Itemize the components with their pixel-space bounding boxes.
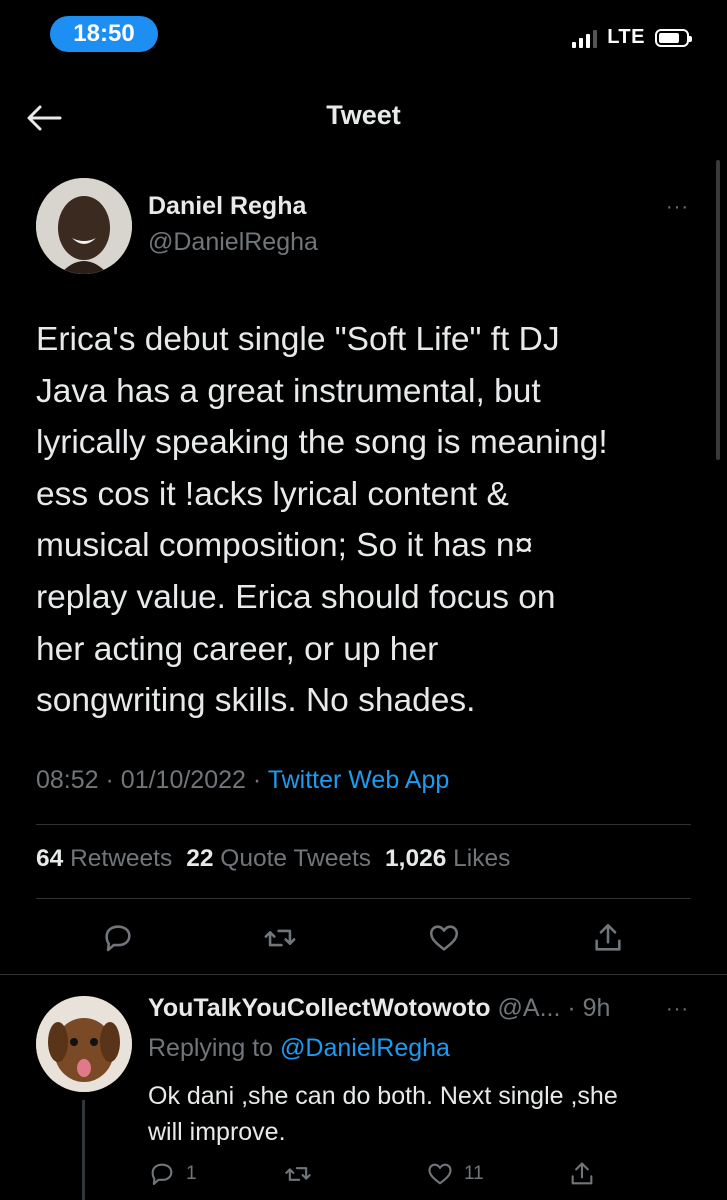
replying-prefix: Replying to [148, 1034, 274, 1062]
reply-more-options-icon[interactable]: ··· [666, 998, 689, 1021]
tweet-source-link[interactable]: Twitter Web App [268, 766, 450, 794]
like-count: 11 [464, 1163, 484, 1184]
tweet-line: musical composition; So it has n¤ [36, 527, 534, 565]
retweet-icon [285, 1167, 311, 1181]
reply-retweet-button[interactable] [284, 1160, 312, 1188]
tweet-time: 08:52 [36, 766, 99, 794]
signal-icon [572, 28, 598, 48]
tweet-line: her acting career, or up her [36, 630, 439, 668]
replying-mention-link[interactable]: @DanielRegha [280, 1034, 450, 1062]
reply-author-handle[interactable]: @A... [498, 994, 561, 1022]
retweets-stat[interactable]: 64 Retweets [36, 845, 172, 873]
divider [0, 974, 727, 975]
like-button[interactable] [422, 916, 466, 960]
reply-actions: 1 11 [148, 1160, 708, 1196]
tweet-date: 01/10/2022 [120, 766, 246, 794]
reply-icon [105, 925, 131, 952]
retweets-label: Retweets [70, 845, 173, 872]
author-name[interactable]: Daniel Regha [148, 192, 306, 221]
reply-share-button[interactable] [568, 1160, 596, 1188]
tweet-actions [0, 916, 727, 960]
tweet-meta: 08:52 · 01/10/2022 · Twitter Web App [36, 766, 449, 795]
reply-count: 1 [186, 1163, 197, 1184]
likes-count: 1,026 [385, 845, 447, 872]
tweet-line: replay value. Erica should focus on [36, 578, 556, 616]
likes-label: Likes [453, 845, 511, 872]
page-title: Tweet [326, 100, 401, 130]
avatar-photo [36, 996, 132, 1092]
divider [36, 824, 691, 825]
retweets-count: 64 [36, 845, 64, 872]
divider [36, 898, 691, 899]
tweet-line: Erica's debut single "Soft Life" ft DJ [36, 321, 560, 358]
heart-icon [429, 925, 459, 951]
status-time: 18:50 [50, 16, 158, 52]
share-button[interactable] [586, 916, 630, 960]
reply-icon [151, 1163, 173, 1185]
share-icon [571, 1162, 593, 1185]
reply-header: YouTalkYouCollectWotowoto @A... · 9h [148, 994, 610, 1023]
reply-line: Ok dani ,she can do both. Next single ,s… [148, 1082, 618, 1110]
replying-to: Replying to @DanielRegha [148, 1034, 450, 1063]
network-label: LTE [607, 26, 645, 48]
tweet-stats: 64 Retweets 22 Quote Tweets 1,026 Likes [36, 845, 524, 873]
meta-separator: · [105, 766, 114, 794]
thread-line [82, 1100, 85, 1200]
battery-icon [655, 28, 692, 47]
tweet-line: lyrically speaking the song is meaning! [36, 424, 608, 462]
heart-icon [428, 1163, 452, 1185]
avatar-photo [36, 178, 132, 274]
tweet-line: Java has a great instrumental, but [36, 372, 541, 410]
likes-stat[interactable]: 1,026 Likes [385, 845, 510, 873]
reply-line: will improve. [148, 1118, 286, 1146]
reply-reply-button[interactable]: 1 [148, 1160, 197, 1188]
reply-button[interactable] [96, 916, 140, 960]
quotes-count: 22 [186, 845, 214, 872]
retweet-button[interactable] [258, 916, 302, 960]
quotes-label: Quote Tweets [220, 845, 372, 872]
tweet-text: Erica's debut single "Soft Life" ft DJ J… [36, 314, 706, 727]
more-options-icon[interactable]: ··· [666, 196, 689, 219]
author-handle[interactable]: @DanielRegha [148, 228, 318, 257]
share-icon [595, 923, 621, 951]
reply-author-name[interactable]: YouTalkYouCollectWotowoto [148, 994, 491, 1022]
status-indicators: LTE [572, 26, 692, 49]
meta-separator: · [252, 766, 262, 794]
tweet-line: ess cos it !acks lyrical content & [36, 475, 509, 513]
reply-text: Ok dani ,she can do both. Next single ,s… [148, 1078, 708, 1150]
tweet-line: songwriting skills. No shades. [36, 682, 476, 720]
reply-age: · 9h [567, 994, 611, 1022]
scrollbar[interactable] [716, 160, 720, 460]
quotes-stat[interactable]: 22 Quote Tweets [186, 845, 371, 873]
author-avatar[interactable] [36, 178, 132, 274]
reply-like-button[interactable]: 11 [426, 1160, 484, 1188]
reply-avatar[interactable] [36, 996, 132, 1092]
retweet-icon [264, 929, 296, 947]
